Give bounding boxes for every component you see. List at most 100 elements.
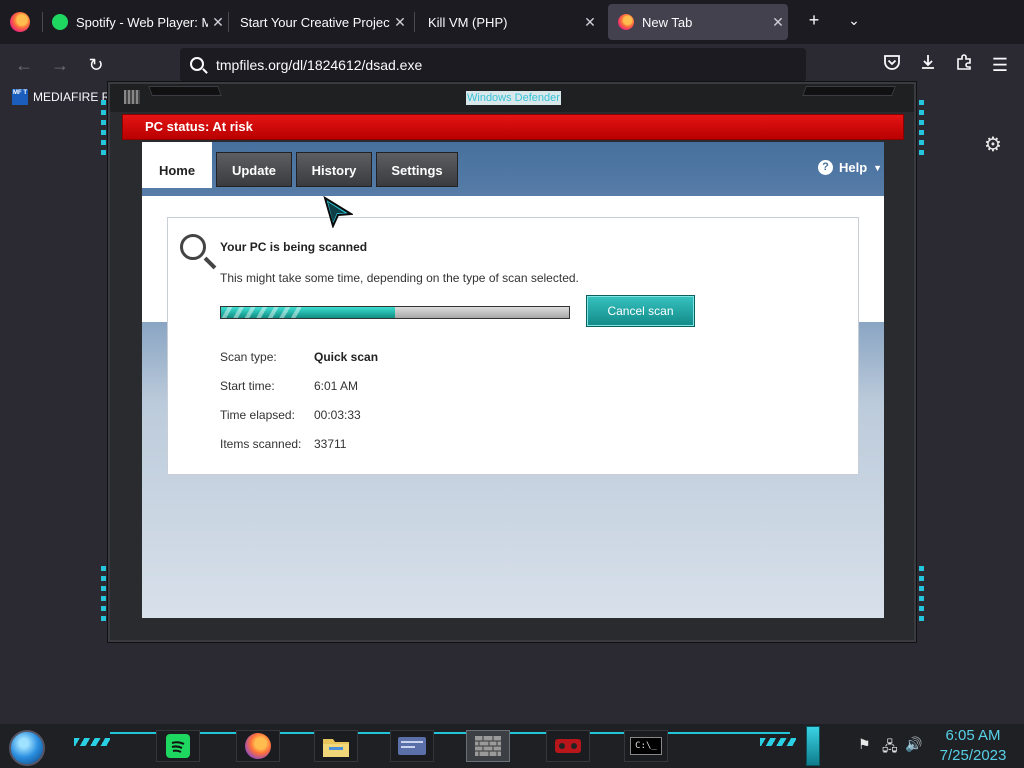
help-menu[interactable]: ? Help ▼: [818, 160, 882, 175]
detail-value: 00:03:33: [314, 408, 361, 422]
action-center-flag-icon[interactable]: ⚑: [858, 736, 871, 753]
show-desktop-button[interactable]: [806, 726, 820, 766]
tab-separator: [42, 12, 43, 32]
taskbar-terminal[interactable]: C:\_: [624, 730, 668, 762]
volume-icon[interactable]: 🔊: [905, 736, 922, 753]
new-tab-plus-icon[interactable]: +: [802, 10, 826, 31]
mouse-cursor-icon: [323, 196, 353, 228]
tab-list-chevron-icon[interactable]: ⌄: [842, 12, 866, 29]
id-card-icon: [398, 737, 426, 755]
tab-new-tab[interactable]: New Tab ✕: [608, 4, 788, 40]
scan-description: This might take some time, depending on …: [220, 271, 579, 285]
forward-arrow-icon[interactable]: →: [48, 53, 72, 77]
wall-icon: [475, 736, 501, 756]
system-clock[interactable]: 6:05 AM 7/25/2023: [930, 726, 1016, 766]
frame-accent: [101, 100, 106, 160]
tab-separator: [414, 12, 415, 32]
tab-kill-vm[interactable]: Kill VM (PHP) ✕: [428, 4, 600, 40]
browser-tab-strip: Spotify - Web Player: Mu ✕ Start Your Cr…: [0, 0, 1024, 44]
chevron-down-icon: ▼: [873, 162, 883, 173]
firefox-icon: [618, 14, 634, 30]
window-titlebar[interactable]: Windows Defender: [110, 84, 914, 112]
help-icon: ?: [818, 160, 833, 175]
menu-hamburger-icon[interactable]: ☰: [988, 53, 1012, 77]
taskbar: C:\_ ⚑ 🖧 🔊 6:05 AM 7/25/2023: [0, 724, 1024, 768]
spotify-icon: [166, 734, 190, 758]
navigation-toolbar: ← → ↻ tmpfiles.org/dl/1824612/dsad.exe ☰: [0, 44, 1024, 86]
mediafire-icon: MF T: [12, 89, 28, 105]
firefox-icon: [245, 733, 271, 759]
spotify-icon: [52, 14, 68, 30]
gear-icon[interactable]: ⚙: [982, 134, 1004, 156]
taskbar-decoration: [74, 738, 110, 746]
detail-value: 6:01 AM: [314, 379, 359, 393]
close-icon[interactable]: ✕: [208, 14, 228, 31]
bookmark-label: MEDIAFIRE R: [33, 90, 111, 104]
help-label: Help: [839, 160, 868, 175]
close-icon[interactable]: ✕: [580, 14, 600, 31]
detail-label: Items scanned:: [220, 437, 302, 451]
frame-accent: [101, 566, 106, 626]
progress-animation: [221, 307, 301, 318]
taskbar-spotify[interactable]: [156, 730, 200, 762]
frame-accent: [919, 100, 924, 160]
titlebar-decoration: [802, 86, 896, 96]
detail-label: Time elapsed:: [220, 408, 295, 422]
address-url[interactable]: tmpfiles.org/dl/1824612/dsad.exe: [216, 57, 422, 73]
pocket-icon[interactable]: [880, 53, 904, 77]
window-system-icon[interactable]: [124, 90, 140, 104]
taskbar-accent-line: [110, 732, 790, 734]
search-icon: [190, 57, 204, 71]
tab-settings[interactable]: Settings: [376, 152, 458, 187]
game-icon: [555, 739, 581, 753]
tab-title: Spotify - Web Player: Mu: [76, 14, 208, 30]
tab-title: Kill VM (PHP): [428, 14, 508, 30]
taskbar-file-explorer[interactable]: [314, 730, 358, 762]
scan-heading: Your PC is being scanned: [220, 240, 368, 254]
window-title: Windows Defender: [466, 91, 561, 105]
taskbar-id-card[interactable]: [390, 730, 434, 762]
address-bar[interactable]: tmpfiles.org/dl/1824612/dsad.exe: [180, 48, 806, 82]
bookmark-mediafire[interactable]: MF T MEDIAFIRE R: [12, 89, 110, 105]
file-explorer-icon: [323, 739, 349, 757]
tab-spotify[interactable]: Spotify - Web Player: Mu ✕: [52, 4, 228, 40]
tab-separator: [228, 12, 229, 32]
taskbar-firefox[interactable]: [236, 730, 280, 762]
reload-icon[interactable]: ↻: [84, 53, 108, 77]
defender-window: Windows Defender PC status: At risk Home…: [108, 82, 916, 642]
defender-body: Home Update History Settings ? Help ▼ Yo…: [142, 142, 884, 618]
firefox-icon[interactable]: [10, 12, 30, 32]
clock-date: 7/25/2023: [939, 747, 1007, 764]
start-orb-icon[interactable]: [9, 730, 45, 766]
pc-status-text: PC status: At risk: [145, 119, 253, 134]
extensions-icon[interactable]: [952, 53, 976, 77]
download-icon[interactable]: [916, 53, 940, 77]
titlebar-decoration: [148, 86, 222, 96]
detail-label: Start time:: [220, 379, 275, 393]
back-arrow-icon[interactable]: ←: [12, 53, 36, 77]
tab-home[interactable]: Home: [142, 142, 212, 188]
detail-value: Quick scan: [314, 350, 379, 364]
tab-title: New Tab: [642, 14, 693, 30]
tab-update[interactable]: Update: [216, 152, 292, 187]
home-panel: Your PC is being scanned This might take…: [142, 196, 884, 618]
network-icon[interactable]: 🖧: [882, 736, 898, 760]
pc-status-bar: PC status: At risk: [122, 114, 904, 140]
taskbar-game[interactable]: [546, 730, 590, 762]
detail-label: Scan type:: [220, 350, 277, 364]
magnifier-icon: [180, 234, 206, 260]
scan-card: Your PC is being scanned This might take…: [167, 217, 859, 475]
tab-title: Start Your Creative Projects a: [240, 14, 390, 30]
taskbar-decoration: [760, 738, 796, 746]
close-icon[interactable]: ✕: [768, 14, 788, 31]
frame-accent: [919, 566, 924, 626]
clock-time: 6:05 AM: [945, 727, 1001, 744]
tab-history[interactable]: History: [296, 152, 372, 187]
taskbar-wall-app[interactable]: [466, 730, 510, 762]
cancel-scan-button[interactable]: Cancel scan: [586, 295, 695, 327]
close-icon[interactable]: ✕: [390, 14, 410, 31]
tab-creative-projects[interactable]: Start Your Creative Projects a ✕: [240, 4, 410, 40]
terminal-icon: C:\_: [630, 737, 662, 755]
detail-value: 33711: [314, 437, 347, 451]
scan-progress-bar: [220, 306, 570, 319]
